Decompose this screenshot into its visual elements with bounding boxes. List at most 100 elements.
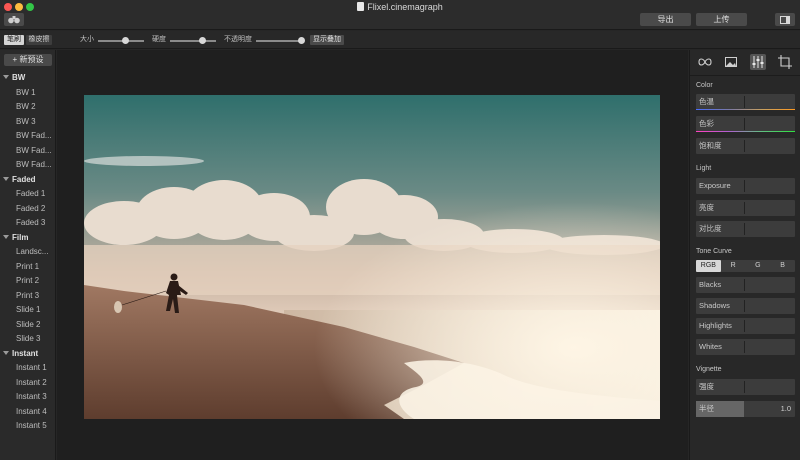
vignette-strength-label: 强度 [699, 382, 714, 391]
binoculars-icon [8, 16, 20, 24]
hue-center-mark [744, 96, 745, 108]
brightness-slider[interactable]: 亮度 [696, 200, 795, 216]
sliders-icon[interactable] [750, 54, 766, 70]
preset-group-instant[interactable]: Instant [0, 347, 56, 362]
color-section-title: Color [696, 82, 713, 89]
loop-icon[interactable] [697, 54, 713, 70]
vignette-strength-slider[interactable]: 强度 [696, 379, 795, 395]
preset-item[interactable]: Faded 1 [0, 187, 56, 202]
tab-red[interactable]: R [721, 260, 746, 272]
opacity-slider[interactable] [256, 37, 306, 44]
preset-item[interactable]: BW 2 [0, 100, 56, 115]
preset-group-label: Film [12, 232, 29, 242]
opacity-slider-knob[interactable] [298, 37, 306, 44]
preset-item[interactable]: Print 3 [0, 289, 56, 304]
preset-item[interactable]: Instant 3 [0, 390, 56, 405]
preset-item[interactable]: Slide 1 [0, 303, 56, 318]
tint-center-mark [744, 118, 745, 130]
eraser-tool-button[interactable]: 橡皮擦 [26, 35, 52, 45]
vignette-radius-slider[interactable]: 半径 1.0 [696, 401, 795, 417]
hardness-slider[interactable] [170, 37, 216, 44]
preset-group-faded[interactable]: Faded [0, 173, 56, 188]
panel-layout-icon [780, 16, 790, 24]
canvas-area [57, 50, 688, 460]
window-title: Flixel.cinemagraph [0, 2, 800, 12]
window-title-text: Flixel.cinemagraph [367, 2, 443, 12]
highlights-label: Highlights [699, 321, 732, 330]
cinemagraph-preview[interactable] [84, 95, 660, 419]
hardness-label: 硬度 [152, 36, 166, 43]
preset-item[interactable]: Slide 2 [0, 318, 56, 333]
toggle-panel-button[interactable] [775, 13, 795, 26]
exposure-slider[interactable]: Exposure [696, 178, 795, 194]
light-section-title: Light [696, 165, 712, 172]
brightness-label: 亮度 [699, 203, 714, 212]
size-label: 大小 [80, 36, 94, 43]
preset-item[interactable]: Instant 2 [0, 376, 56, 391]
whites-label: Whites [699, 342, 722, 351]
disclosure-triangle-icon[interactable] [3, 234, 9, 239]
preset-item[interactable]: Faded 2 [0, 202, 56, 217]
saturation-center-mark [744, 140, 745, 152]
size-slider-knob[interactable] [122, 37, 130, 44]
preset-item[interactable]: Landsc... [0, 245, 56, 260]
image-icon[interactable] [723, 54, 739, 70]
preset-list: BW BW 1 BW 2 BW 3 BW Fad... BW Fad... BW Fad..… [0, 71, 56, 434]
export-button[interactable]: 导出 [640, 13, 691, 26]
preset-item[interactable]: Instant 5 [0, 419, 56, 434]
shadows-center-mark [744, 300, 745, 312]
tint-slider[interactable]: 色彩 [696, 116, 795, 132]
preset-group-bw[interactable]: BW [0, 71, 56, 86]
tab-blue[interactable]: B [770, 260, 795, 272]
exposure-center-mark [744, 180, 745, 192]
preset-item[interactable]: BW Fad... [0, 129, 56, 144]
preset-item[interactable]: Instant 4 [0, 405, 56, 420]
upload-button[interactable]: 上传 [696, 13, 747, 26]
disclosure-triangle-icon[interactable] [3, 350, 9, 355]
size-slider[interactable] [98, 37, 144, 44]
brightness-center-mark [744, 202, 745, 214]
show-overlay-button[interactable]: 显示叠加 [310, 35, 344, 45]
document-icon [357, 2, 365, 11]
disclosure-triangle-icon[interactable] [3, 176, 9, 181]
tone-curve-section-title: Tone Curve [696, 248, 732, 255]
shadows-slider[interactable]: Shadows [696, 298, 795, 314]
disclosure-triangle-icon[interactable] [3, 75, 9, 79]
crop-icon[interactable] [777, 54, 793, 70]
contrast-label: 对比度 [699, 224, 722, 233]
tab-rgb[interactable]: RGB [696, 260, 721, 272]
preset-item[interactable]: Faded 3 [0, 216, 56, 231]
preset-item[interactable]: BW 3 [0, 115, 56, 130]
preset-item[interactable]: Print 1 [0, 260, 56, 275]
hue-slider[interactable]: 色温 [696, 94, 795, 110]
panel-divider [690, 75, 800, 76]
preset-group-film[interactable]: Film [0, 231, 56, 246]
brush-tool-button[interactable]: 笔刷 [4, 35, 24, 45]
preset-item[interactable]: Instant 1 [0, 361, 56, 376]
app-menu-button[interactable] [4, 13, 24, 26]
beach-photo-image [84, 95, 660, 419]
highlights-center-mark [744, 320, 745, 332]
new-preset-button[interactable]: + 新预设 [4, 54, 52, 66]
exposure-label: Exposure [699, 181, 731, 190]
tint-gradient-bar [696, 130, 795, 132]
highlights-slider[interactable]: Highlights [696, 318, 795, 334]
tab-green[interactable]: G [746, 260, 771, 272]
preset-item[interactable]: Print 2 [0, 274, 56, 289]
saturation-slider[interactable]: 饱和度 [696, 138, 795, 154]
vignette-strength-center-mark [744, 381, 745, 393]
brush-toolbar: 笔刷 橡皮擦 大小 硬度 不透明度 显示叠加 [0, 31, 800, 49]
whites-slider[interactable]: Whites [696, 339, 795, 355]
contrast-slider[interactable]: 对比度 [696, 221, 795, 237]
blacks-slider[interactable]: Blacks [696, 277, 795, 293]
preset-group-label: Faded [12, 174, 36, 184]
preset-item[interactable]: BW Fad... [0, 158, 56, 173]
preset-item[interactable]: BW Fad... [0, 144, 56, 159]
saturation-label: 饱和度 [699, 141, 722, 150]
whites-center-mark [744, 341, 745, 353]
blacks-label: Blacks [699, 280, 722, 289]
preset-item[interactable]: BW 1 [0, 86, 56, 101]
preset-item[interactable]: Slide 3 [0, 332, 56, 347]
hardness-slider-knob[interactable] [198, 37, 206, 44]
blacks-center-mark [744, 279, 745, 291]
